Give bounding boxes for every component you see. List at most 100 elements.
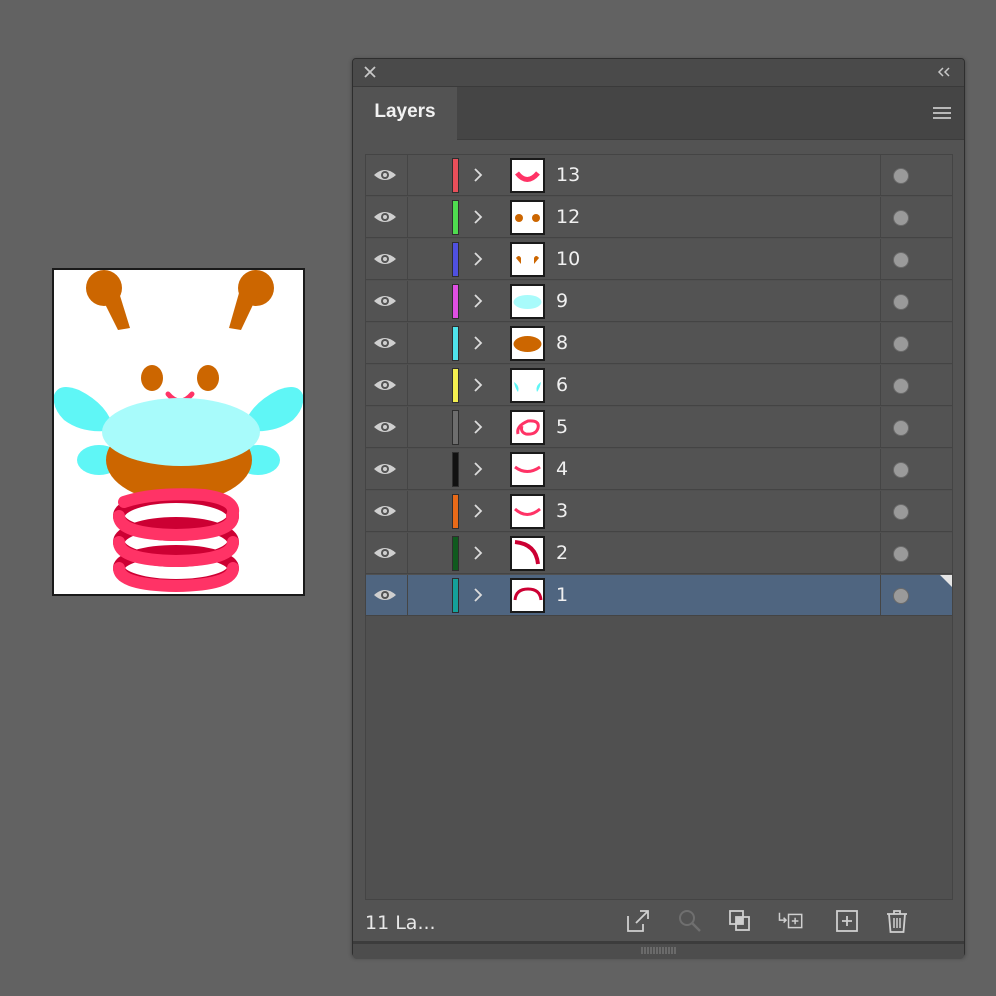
target-circle-icon[interactable] [893,336,909,352]
chevron-right-icon[interactable] [471,419,485,435]
chevron-right-icon[interactable] [471,545,485,561]
layer-thumbnail [510,578,545,613]
layer-row[interactable]: 5 [366,407,952,448]
chevron-right-icon[interactable] [471,209,485,225]
eye-icon[interactable] [373,250,397,268]
eye-icon[interactable] [373,544,397,562]
target-circle-icon[interactable] [893,378,909,394]
column-divider [880,281,881,321]
layer-thumbnail [510,452,545,487]
column-divider [880,155,881,195]
layer-row[interactable]: 2 [366,533,952,574]
layer-name[interactable]: 1 [556,584,568,606]
eye-icon[interactable] [373,418,397,436]
layer-color-swatch [452,368,459,403]
layer-row[interactable]: 13 [366,155,952,196]
layer-color-swatch [452,494,459,529]
layer-name[interactable]: 8 [556,332,568,354]
close-icon[interactable] [363,65,377,79]
layer-thumbnail [510,536,545,571]
layers-list[interactable]: 13 12 10 9 8 6 5 4 3 2 1 [365,154,953,900]
layer-count-label: 11 La... [365,912,436,934]
column-divider [407,197,408,237]
column-divider [880,239,881,279]
column-divider [407,239,408,279]
eye-icon[interactable] [373,292,397,310]
layers-panel: Layers 13 12 10 9 8 6 5 4 3 2 1 11 La... [352,58,965,959]
layer-color-swatch [452,578,459,613]
column-divider [407,449,408,489]
layer-name[interactable]: 2 [556,542,568,564]
layer-row[interactable]: 9 [366,281,952,322]
chevron-right-icon[interactable] [471,377,485,393]
eye-icon[interactable] [373,166,397,184]
artboard[interactable] [52,268,305,596]
eye-icon[interactable] [373,376,397,394]
layer-name[interactable]: 10 [556,248,580,270]
hamburger-menu-icon[interactable] [932,105,952,121]
selection-corner-indicator [940,575,952,587]
layer-thumbnail [510,410,545,445]
eye-right [197,365,219,391]
eye-icon[interactable] [373,208,397,226]
resize-grip-icon[interactable] [640,945,678,955]
locate-object-icon[interactable] [676,907,704,935]
eye-icon[interactable] [373,502,397,520]
column-divider [880,449,881,489]
target-circle-icon[interactable] [893,546,909,562]
eye-icon[interactable] [373,460,397,478]
layer-row[interactable]: 12 [366,197,952,238]
layer-name[interactable]: 3 [556,500,568,522]
column-divider [880,323,881,363]
layer-row[interactable]: 8 [366,323,952,364]
layer-color-swatch [452,242,459,277]
chevron-right-icon[interactable] [471,587,485,603]
clipping-mask-icon[interactable] [726,907,754,935]
layer-name[interactable]: 6 [556,374,568,396]
chevron-right-icon[interactable] [471,167,485,183]
target-circle-icon[interactable] [893,210,909,226]
layer-row[interactable]: 1 [366,575,952,616]
target-circle-icon[interactable] [893,462,909,478]
tab-layers[interactable]: Layers [353,87,457,140]
layer-color-swatch [452,536,459,571]
layer-name[interactable]: 5 [556,416,568,438]
new-sublayer-icon[interactable] [777,907,805,935]
layer-color-swatch [452,326,459,361]
eye-icon[interactable] [373,334,397,352]
layer-color-swatch [452,200,459,235]
chevron-right-icon[interactable] [471,335,485,351]
target-circle-icon[interactable] [893,504,909,520]
column-divider [880,575,881,615]
target-circle-icon[interactable] [893,168,909,184]
layer-name[interactable]: 12 [556,206,580,228]
layer-name[interactable]: 13 [556,164,580,186]
target-circle-icon[interactable] [893,588,909,604]
layer-color-swatch [452,410,459,445]
column-divider [880,533,881,573]
layer-row[interactable]: 3 [366,491,952,532]
eye-left [141,365,163,391]
target-circle-icon[interactable] [893,252,909,268]
target-circle-icon[interactable] [893,294,909,310]
eye-icon[interactable] [373,586,397,604]
layer-name[interactable]: 4 [556,458,568,480]
new-layer-icon[interactable] [833,907,861,935]
panel-titlebar[interactable] [353,59,964,87]
trash-icon[interactable] [883,907,911,935]
chevron-right-icon[interactable] [471,503,485,519]
column-divider [407,407,408,447]
layer-row[interactable]: 6 [366,365,952,406]
chevron-right-icon[interactable] [471,293,485,309]
chevron-right-icon[interactable] [471,461,485,477]
layer-row[interactable]: 4 [366,449,952,490]
column-divider [407,533,408,573]
layer-row[interactable]: 10 [366,239,952,280]
collapse-double-chevron-icon[interactable] [936,65,952,79]
panel-tabbar: Layers [353,87,964,140]
column-divider [407,281,408,321]
target-circle-icon[interactable] [893,420,909,436]
chevron-right-icon[interactable] [471,251,485,267]
layer-name[interactable]: 9 [556,290,568,312]
export-icon[interactable] [624,907,652,935]
